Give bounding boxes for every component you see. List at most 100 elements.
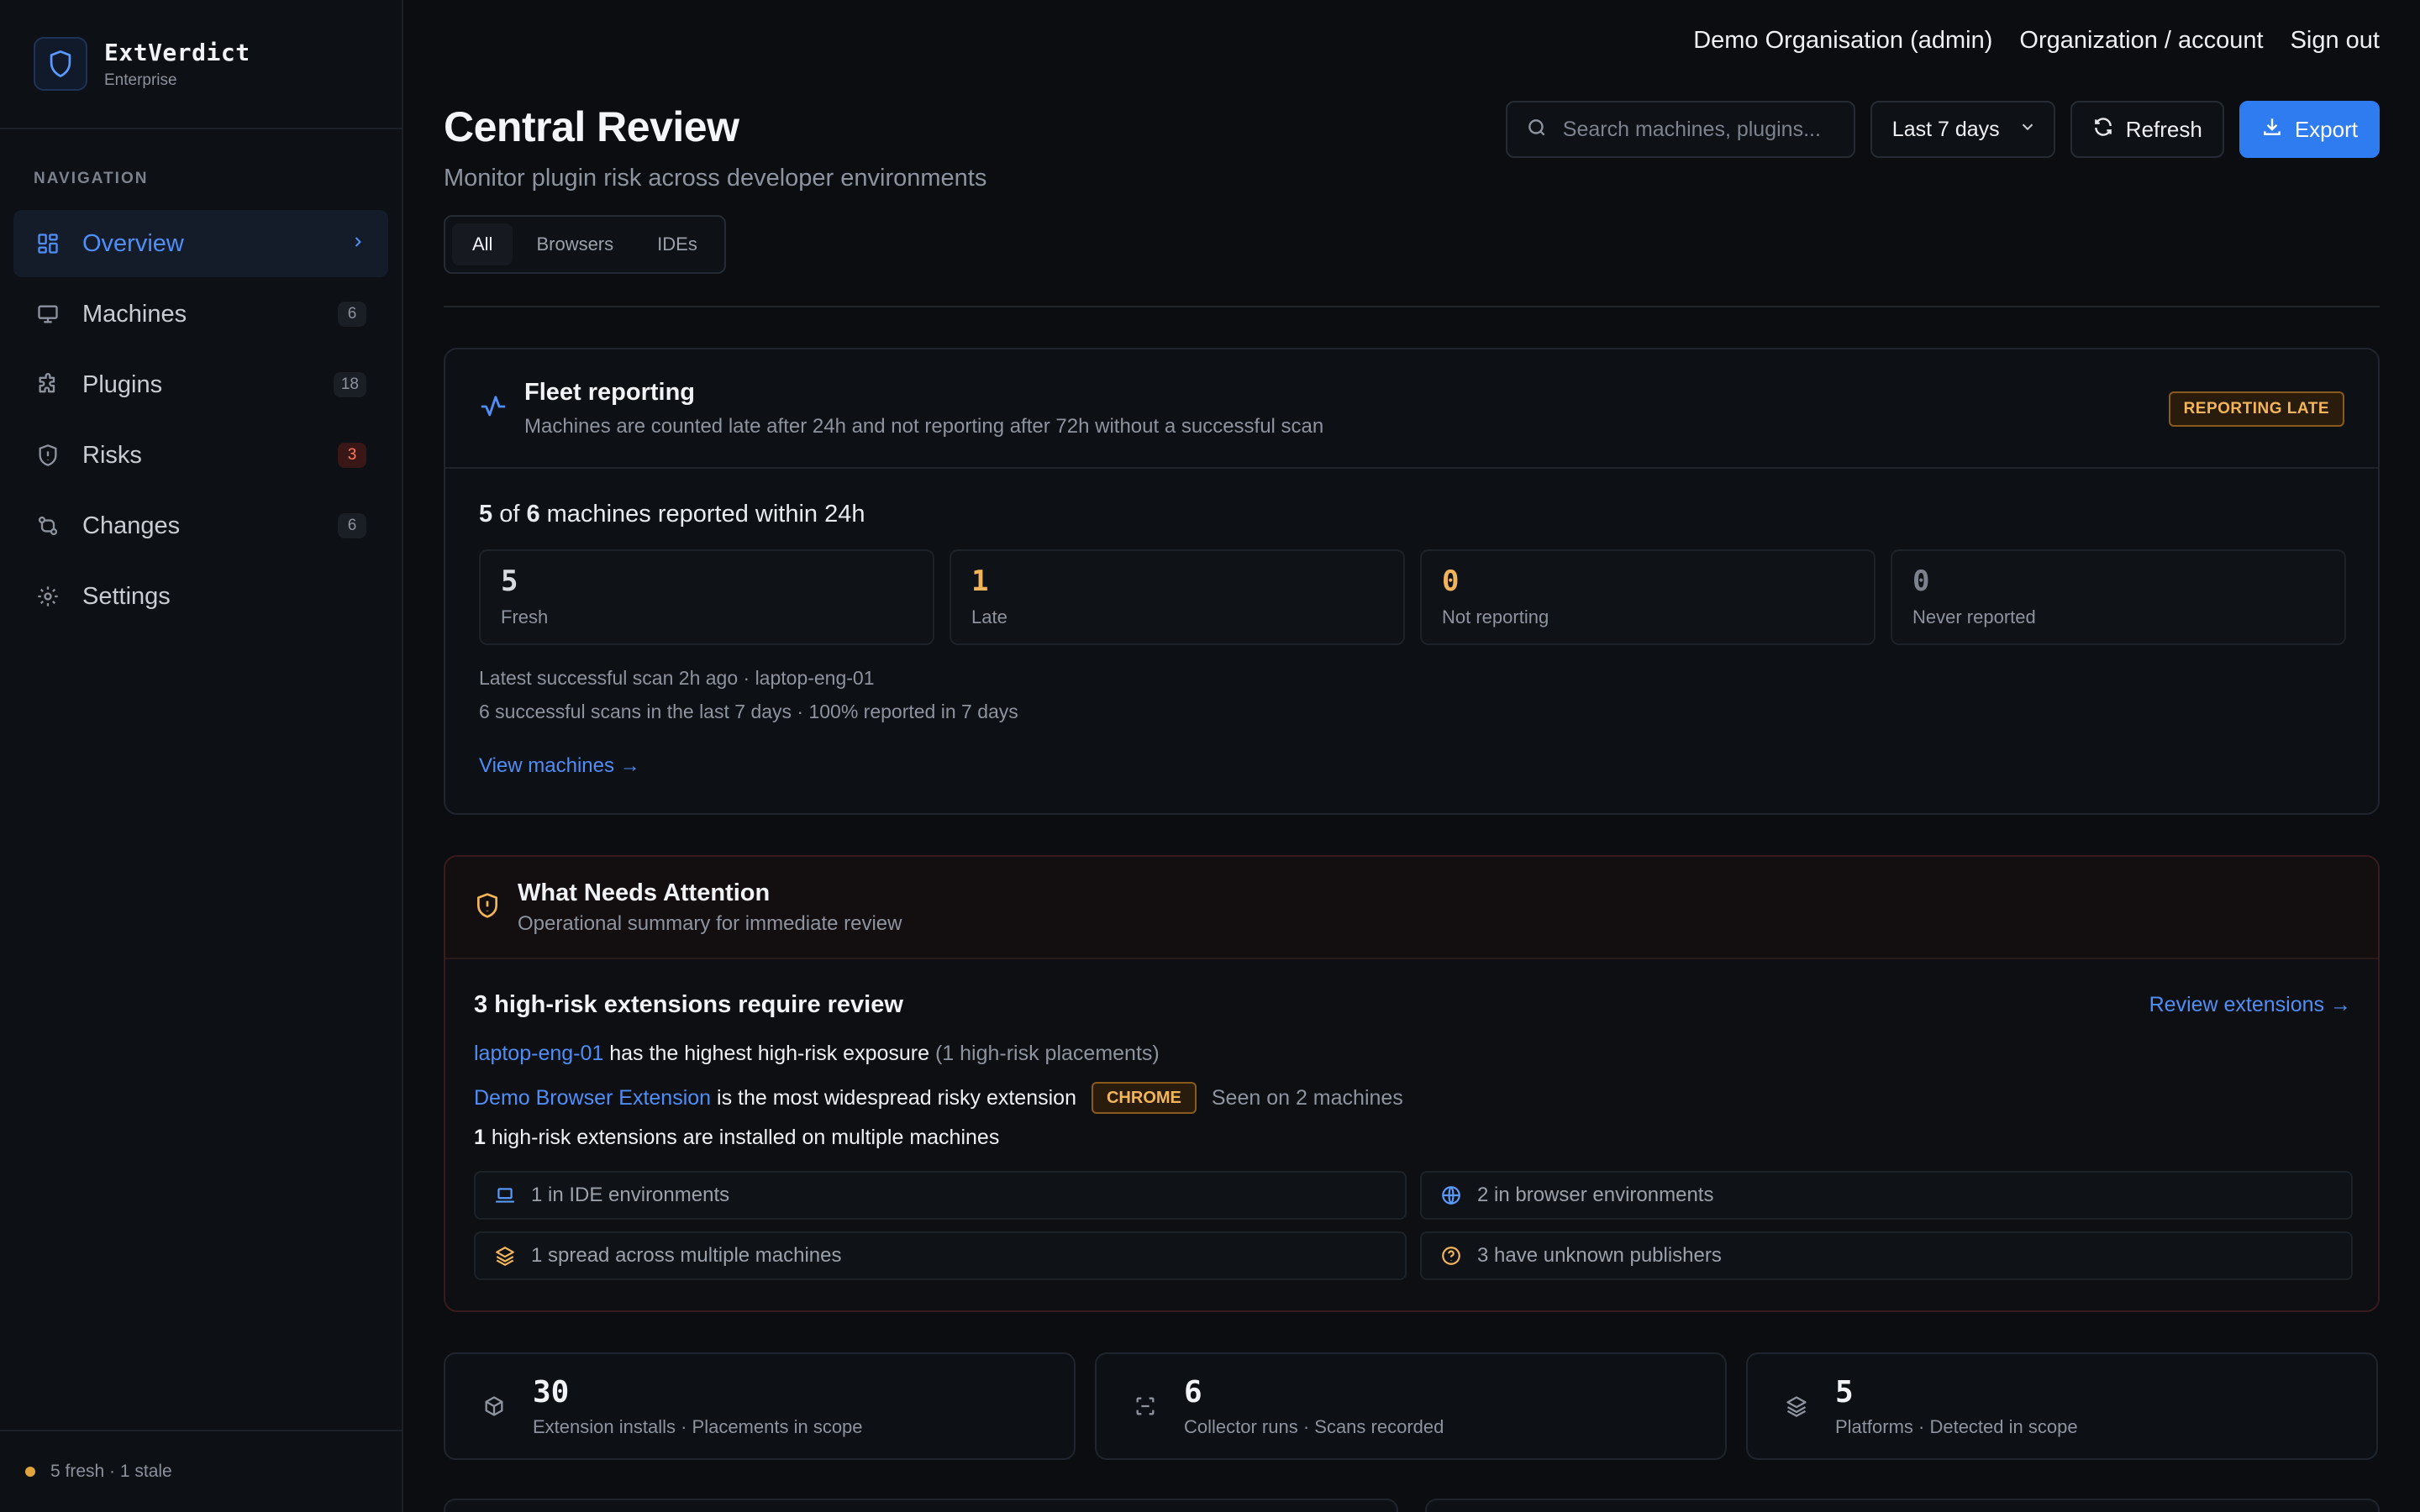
account-link[interactable]: Organization / account bbox=[2019, 27, 2263, 55]
refresh-button[interactable]: Refresh bbox=[2070, 101, 2224, 158]
browser-tag: CHROME bbox=[1091, 1082, 1197, 1114]
tab-browsers[interactable]: Browsers bbox=[516, 223, 634, 265]
page-subtitle: Monitor plugin risk across developer env… bbox=[444, 165, 987, 192]
refresh-icon bbox=[2092, 116, 2114, 144]
sign-out-link[interactable]: Sign out bbox=[2291, 27, 2380, 55]
stat-value: 0 bbox=[1912, 564, 1930, 598]
metric-value: 6 bbox=[1184, 1374, 1202, 1410]
sidebar: ExtVerdict Enterprise NAVIGATION Overvie… bbox=[0, 0, 403, 1512]
help-circle-icon bbox=[1439, 1243, 1464, 1268]
summary-of: of bbox=[492, 501, 527, 528]
sidebar-item-label: Settings bbox=[82, 582, 171, 610]
brand-tier: Enterprise bbox=[104, 71, 177, 89]
grid-icon bbox=[35, 231, 60, 256]
fleet-summary: 5 of 6 machines reported within 24h bbox=[479, 501, 865, 528]
seen-on-text: Seen on 2 machines bbox=[1211, 1085, 1403, 1110]
status-dot bbox=[25, 1467, 35, 1477]
widespread-line: Demo Browser Extension is the most wides… bbox=[474, 1082, 1403, 1114]
org-switcher[interactable]: Demo Organisation (admin) bbox=[1693, 27, 1992, 55]
git-compare-icon bbox=[35, 513, 60, 538]
search-box[interactable] bbox=[1505, 101, 1855, 158]
sync-status: 5 fresh · 1 stale bbox=[0, 1430, 402, 1512]
sync-status-text: 5 fresh · 1 stale bbox=[50, 1462, 172, 1481]
breakdown-text: 3 have unknown publishers bbox=[1477, 1244, 1722, 1267]
attention-headline: 3 high-risk extensions require review bbox=[474, 991, 903, 1018]
stat-label: Fresh bbox=[501, 606, 549, 627]
metric-label: Collector runs · Scans recorded bbox=[1184, 1415, 1444, 1437]
shield-alert-icon bbox=[35, 443, 60, 468]
breakdown-text: 1 spread across multiple machines bbox=[531, 1244, 842, 1267]
export-button[interactable]: Export bbox=[2238, 101, 2380, 158]
chevron-right-icon bbox=[350, 234, 366, 255]
view-machines-link[interactable]: View machines → bbox=[479, 754, 640, 778]
laptop-icon bbox=[492, 1183, 518, 1208]
multi-text: high-risk extensions are installed on mu… bbox=[485, 1126, 1000, 1149]
sidebar-item-changes[interactable]: Changes 6 bbox=[13, 492, 388, 559]
breakdown-text: 2 in browser environments bbox=[1477, 1184, 1714, 1206]
stat-value: 5 bbox=[501, 564, 518, 598]
attention-description: Operational summary for immediate review bbox=[518, 911, 902, 935]
metric-label: Platforms · Detected in scope bbox=[1835, 1415, 2078, 1437]
stat-label: Late bbox=[971, 606, 1007, 627]
sidebar-item-risks[interactable]: Risks 3 bbox=[13, 422, 388, 489]
gear-icon bbox=[35, 584, 60, 609]
box-icon bbox=[479, 1391, 509, 1421]
fleet-card-header: Fleet reporting Machines are counted lat… bbox=[445, 349, 2378, 469]
brand[interactable]: ExtVerdict Enterprise bbox=[0, 0, 402, 129]
date-range-value: Last 7 days bbox=[1891, 117, 2000, 141]
total-count: 6 bbox=[526, 501, 540, 528]
stat-fresh: 5 Fresh bbox=[479, 549, 934, 645]
breakdown-browser: 2 in browser environments bbox=[1420, 1171, 2353, 1220]
activity-icon bbox=[479, 392, 508, 425]
widespread-text: is the most widespread risky extension bbox=[711, 1085, 1076, 1110]
chevron-down-icon bbox=[2018, 118, 2037, 142]
stat-label: Not reporting bbox=[1442, 606, 1549, 627]
breakdown-unknown-publishers: 3 have unknown publishers bbox=[1420, 1231, 2353, 1280]
breakdown-ide: 1 in IDE environments bbox=[474, 1171, 1407, 1220]
attention-card: What Needs Attention Operational summary… bbox=[444, 855, 2380, 1312]
stat-value: 0 bbox=[1442, 564, 1460, 598]
reported-count: 5 bbox=[479, 501, 493, 528]
export-label: Export bbox=[2294, 116, 2358, 142]
shield-alert-icon bbox=[474, 892, 501, 923]
refresh-label: Refresh bbox=[2125, 116, 2202, 142]
metric-collector-runs[interactable]: 6 Collector runs · Scans recorded bbox=[1095, 1352, 1727, 1460]
summary-suffix: machines reported within 24h bbox=[539, 501, 865, 528]
scans-summary-text: 6 successful scans in the last 7 days · … bbox=[479, 701, 1018, 722]
sidebar-item-plugins[interactable]: Plugins 18 bbox=[13, 351, 388, 418]
count-badge: 6 bbox=[338, 513, 366, 538]
sidebar-item-label: Plugins bbox=[82, 370, 163, 398]
multi-count: 1 bbox=[474, 1126, 486, 1149]
metric-value: 30 bbox=[533, 1374, 570, 1410]
fleet-stats: 5 Fresh 1 Late 0 Not reporting 0 Never r… bbox=[479, 549, 2346, 645]
machine-link[interactable]: laptop-eng-01 bbox=[474, 1042, 603, 1066]
metric-extension-installs[interactable]: 30 Extension installs · Placements in sc… bbox=[444, 1352, 1076, 1460]
breakdown-multi-machine: 1 spread across multiple machines bbox=[474, 1231, 1407, 1280]
sidebar-item-overview[interactable]: Overview bbox=[13, 210, 388, 277]
review-extensions-link[interactable]: Review extensions → bbox=[2149, 993, 2351, 1017]
latest-scan-text: Latest successful scan 2h ago · laptop-e… bbox=[479, 667, 875, 689]
stat-never-reported: 0 Never reported bbox=[1891, 549, 2346, 645]
shield-logo-icon bbox=[34, 37, 87, 91]
stat-label: Never reported bbox=[1912, 606, 2036, 627]
sidebar-item-settings[interactable]: Settings bbox=[13, 563, 388, 630]
metric-platforms[interactable]: 5 Platforms · Detected in scope bbox=[1746, 1352, 2378, 1460]
sidebar-item-machines[interactable]: Machines 6 bbox=[13, 281, 388, 348]
tab-ides[interactable]: IDEs bbox=[637, 223, 718, 265]
extension-link[interactable]: Demo Browser Extension bbox=[474, 1086, 711, 1110]
layers-icon bbox=[492, 1243, 518, 1268]
attention-title: What Needs Attention bbox=[518, 879, 771, 906]
attention-card-header: What Needs Attention Operational summary… bbox=[445, 857, 2378, 959]
page-title: Central Review bbox=[444, 103, 739, 150]
tab-all[interactable]: All bbox=[452, 223, 513, 265]
date-range-select[interactable]: Last 7 days bbox=[1870, 101, 2055, 158]
card-stub-left bbox=[444, 1499, 1398, 1512]
reporting-status-badge: REPORTING LATE bbox=[2168, 391, 2344, 427]
card-stub-right bbox=[1425, 1499, 2380, 1512]
layers-icon bbox=[1781, 1391, 1812, 1421]
sidebar-item-label: Overview bbox=[82, 229, 184, 257]
sidebar-item-label: Risks bbox=[82, 441, 142, 469]
fleet-description: Machines are counted late after 24h and … bbox=[524, 414, 1324, 438]
brand-name: ExtVerdict bbox=[104, 38, 250, 66]
search-input[interactable] bbox=[1562, 117, 1840, 142]
